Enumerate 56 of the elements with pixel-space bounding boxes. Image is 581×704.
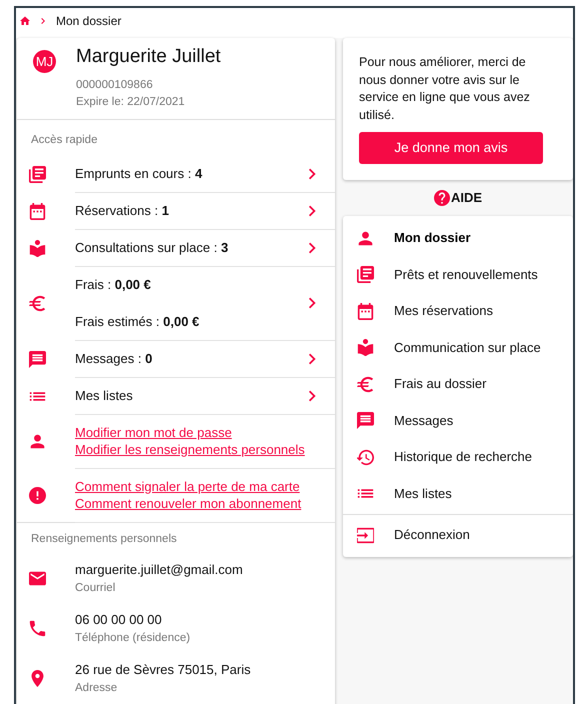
help-icon	[434, 190, 450, 206]
reader-book-icon	[29, 240, 46, 257]
link[interactable]: Comment signaler la perte de ma carte	[75, 478, 300, 495]
feedback-text: Pour nous améliorer, merci de nous donner votre avis sur le service en ligne que vous avez utilisé.	[359, 54, 531, 124]
card-number: 000000109866	[76, 78, 154, 93]
menu-item[interactable]: Frais au dossier	[343, 366, 573, 402]
section-heading: Accès rapide	[30, 133, 98, 148]
feedback-button[interactable]: Je donne mon avis	[359, 132, 543, 164]
info-label: Courriel	[75, 580, 116, 596]
info-label: Téléphone (résidence)	[75, 630, 190, 646]
message-icon	[29, 350, 46, 368]
quick-access-label[interactable]: Consultations sur place : 3	[75, 238, 303, 258]
user-name: Marguerite Juillet	[76, 46, 221, 69]
link[interactable]: Comment renouveler mon abonnement	[75, 494, 302, 512]
link[interactable]: Modifier mon mot de passe	[75, 424, 232, 441]
avatar: MJ	[33, 50, 56, 73]
home-icon	[20, 16, 30, 26]
info-value: 26 rue de Sèvres 75015, Paris	[75, 661, 251, 680]
book-stack-icon	[29, 166, 46, 183]
history-icon	[357, 448, 374, 466]
quick-access-label[interactable]: Frais : 0,00 €	[75, 274, 303, 294]
quick-access-label[interactable]: Messages : 0	[75, 348, 303, 368]
location-pin-icon	[29, 670, 46, 688]
person-icon	[29, 433, 46, 450]
link[interactable]: Modifier les renseignements personnels	[75, 440, 305, 458]
quick-access-label[interactable]: Emprunts en cours : 4	[75, 164, 303, 184]
message-icon	[357, 412, 374, 429]
info-value: marguerite.juillet@gmail.com	[75, 561, 243, 580]
quick-access-label[interactable]: Frais estimés : 0,00 €	[75, 312, 303, 332]
breadcrumb-current: Mon dossier	[56, 13, 122, 30]
mail-icon	[29, 570, 46, 588]
book-stack-icon	[357, 266, 374, 283]
menu-item[interactable]: Communication sur place	[343, 329, 573, 366]
euro-icon	[357, 376, 374, 392]
calendar-icon	[29, 202, 46, 220]
info-value: 06 00 00 00 00	[75, 611, 163, 630]
menu-item[interactable]: Prêts et renouvellements	[343, 256, 573, 293]
phone-icon	[29, 620, 46, 638]
euro-icon	[29, 295, 46, 312]
menu-item[interactable]: Mon dossier	[343, 220, 573, 256]
menu-item[interactable]: Messages	[343, 402, 573, 439]
menu-item[interactable]: Historique de recherche	[343, 438, 573, 476]
alert-icon	[29, 487, 46, 504]
section-heading: Renseignements personnels	[30, 532, 178, 547]
logout-icon	[357, 526, 374, 544]
calendar-icon	[357, 302, 374, 320]
menu-item[interactable]: Mes listes	[343, 475, 573, 512]
logout-link[interactable]: Déconnexion	[343, 516, 573, 554]
menu-item[interactable]: Mes réservations	[343, 292, 573, 330]
help-label[interactable]: AIDE	[450, 188, 482, 208]
reader-book-icon	[357, 339, 374, 356]
expiry-date: Expire le: 22/07/2021	[76, 95, 186, 110]
quick-access-label[interactable]: Mes listes	[75, 386, 303, 406]
info-label: Adresse	[75, 680, 118, 696]
quick-access-label[interactable]: Réservations : 1	[75, 200, 303, 220]
person-icon	[357, 230, 374, 246]
